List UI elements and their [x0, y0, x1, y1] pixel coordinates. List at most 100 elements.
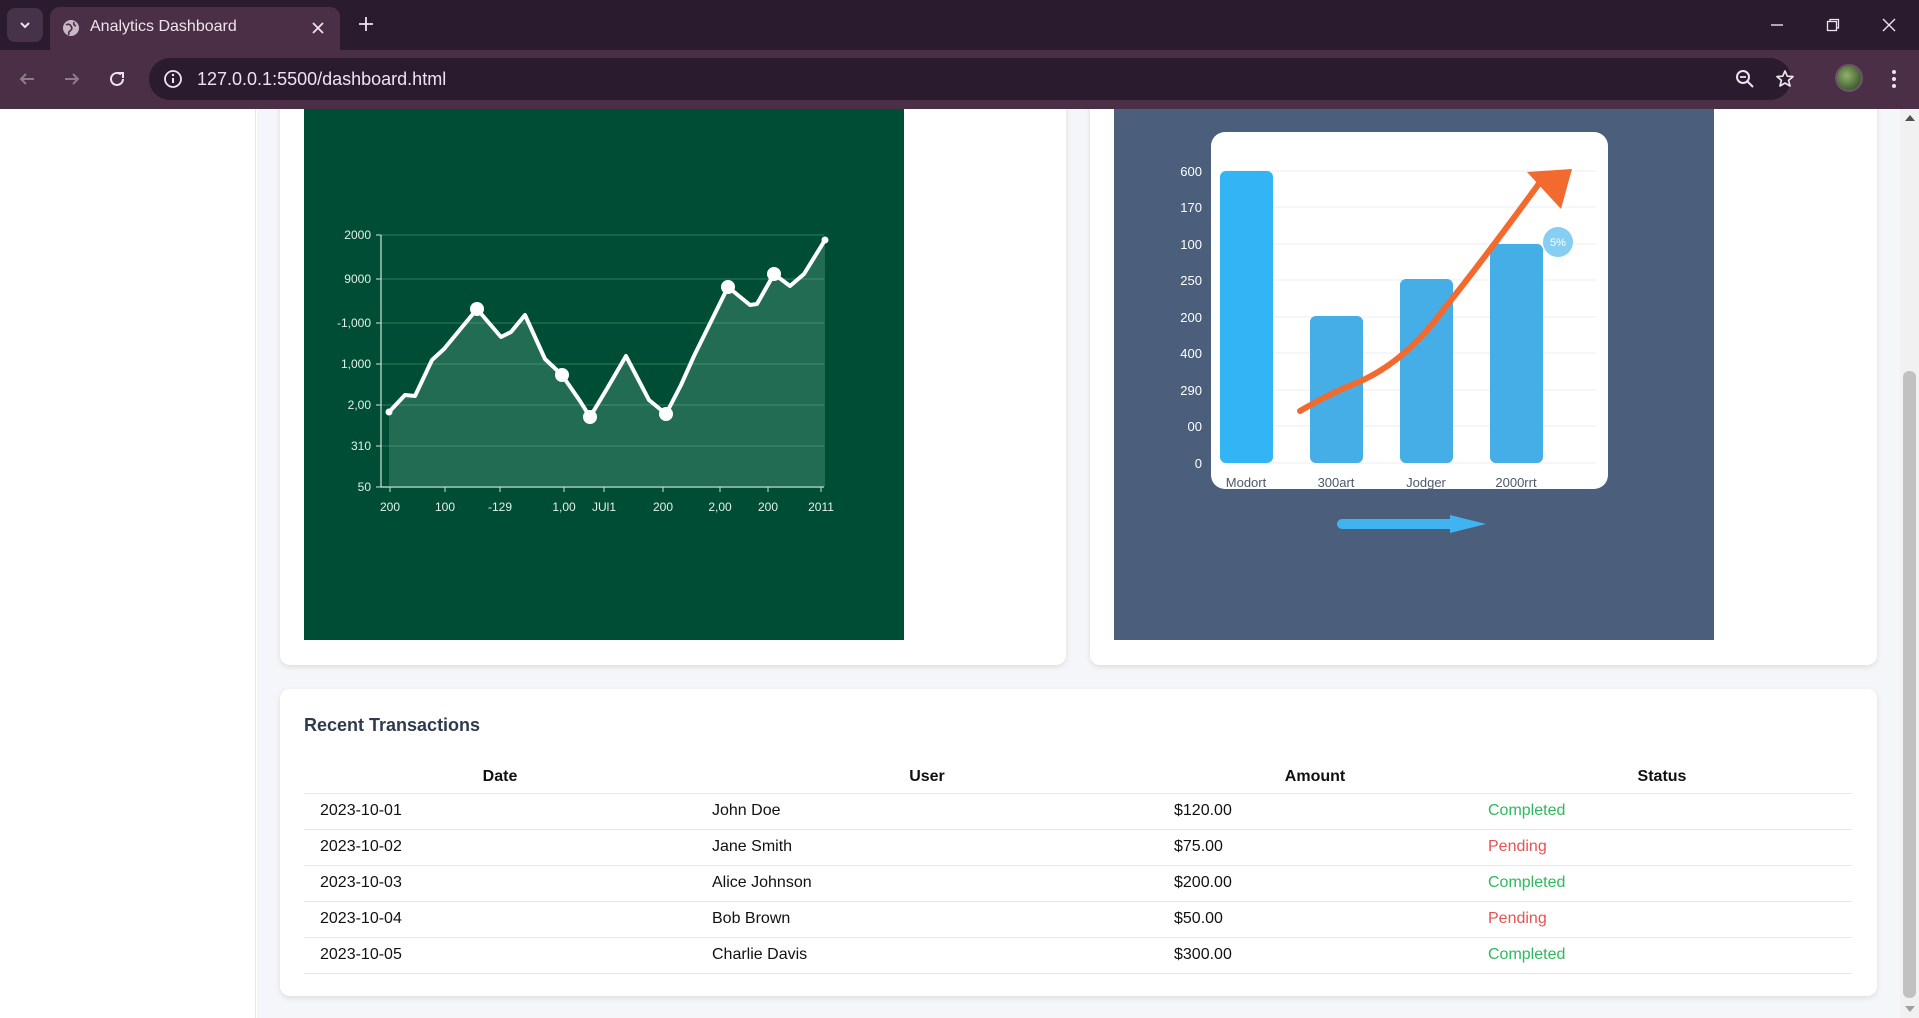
y-tick-label: 100	[1180, 237, 1202, 252]
cell-user: John Doe	[696, 793, 1158, 830]
close-window-button[interactable]	[1861, 0, 1917, 50]
x-tick-label: 1,00	[552, 500, 576, 514]
table-row: 2023-10-02 Jane Smith $75.00 Pending	[304, 829, 1852, 866]
browser-toolbar: 127.0.0.1:5500/dashboard.html	[0, 50, 1919, 109]
table-row: 2023-10-05 Charlie Davis $300.00 Complet…	[304, 937, 1852, 974]
site-info-button[interactable]	[161, 67, 185, 91]
data-point	[659, 407, 673, 421]
zoom-out-icon	[1736, 70, 1754, 88]
line-chart-card: 2000 9000 -1,000 1,000 2,00 310 50 200 100 -129 1,…	[280, 109, 1066, 665]
url-text[interactable]: 127.0.0.1:5500/dashboard.html	[197, 69, 446, 90]
star-icon	[1776, 70, 1794, 87]
x-tick-label: 300art	[1318, 475, 1355, 490]
y-tick-label: -1,000	[337, 316, 371, 330]
scroll-down-arrow[interactable]	[1905, 1006, 1915, 1012]
chevron-down-icon	[20, 22, 30, 29]
y-tick-label: 0	[1195, 456, 1202, 471]
tab-title: Analytics Dashboard	[90, 18, 237, 35]
bar-chart-svg: 600170100250200400290000Modort 300art Jodg…	[1180, 132, 1608, 533]
bar-chart-card: 600 170 100 250 200 400 290 00 0 Modort 300art Jodg…	[1090, 109, 1877, 665]
column-header-user: User	[696, 761, 1158, 794]
back-button[interactable]	[9, 61, 45, 97]
x-tick-label: 2000rrt	[1495, 475, 1537, 490]
column-header-amount: Amount	[1158, 761, 1472, 794]
scroll-up-arrow[interactable]	[1905, 115, 1915, 121]
globe-icon	[63, 20, 79, 36]
x-tick-label: -129	[488, 500, 512, 514]
scrollbar-thumb[interactable]	[1903, 371, 1916, 998]
x-tick-label: 100	[435, 500, 455, 514]
restore-button[interactable]	[1805, 0, 1861, 50]
y-tick-label: 310	[351, 439, 371, 453]
x-tick-label: 2011	[808, 500, 834, 514]
y-tick-label: 1,000	[341, 357, 371, 371]
x-tick-label: Jodger	[1406, 475, 1446, 490]
data-point	[555, 368, 569, 382]
table-row: 2023-10-04 Bob Brown $50.00 Pending	[304, 901, 1852, 938]
data-point	[821, 236, 829, 244]
data-point	[583, 410, 597, 424]
y-tick-label: 2000	[344, 228, 371, 242]
y-tick-label: 400	[1180, 346, 1202, 361]
data-point	[470, 302, 484, 316]
table-row: 2023-10-03 Alice Johnson $200.00 Complet…	[304, 865, 1852, 902]
zoom-button[interactable]	[1731, 65, 1759, 93]
new-tab-button[interactable]	[352, 10, 380, 38]
cell-amount: $50.00	[1158, 901, 1472, 938]
more-vertical-icon	[1892, 70, 1896, 88]
cell-status: Completed	[1472, 937, 1852, 974]
sidebar	[0, 109, 256, 1018]
y-tick-label: 9000	[344, 272, 371, 286]
bookmark-button[interactable]	[1771, 65, 1799, 93]
y-tick-label: 600	[1180, 164, 1202, 179]
cell-status: Pending	[1472, 829, 1852, 866]
cell-date: 2023-10-03	[304, 865, 696, 902]
column-header-status: Status	[1472, 761, 1852, 794]
cell-user: Bob Brown	[696, 901, 1158, 938]
transactions-table: Date User Amount Status 2023-10-01 John …	[304, 761, 1852, 974]
table-header-row: Date User Amount Status	[304, 761, 1852, 794]
cell-user: Jane Smith	[696, 829, 1158, 866]
data-point	[385, 408, 393, 416]
x-tick-label: 200	[758, 500, 778, 514]
x-tick-label: 200	[653, 500, 673, 514]
reload-icon	[110, 71, 124, 86]
x-tick-label: JUl1	[592, 500, 616, 514]
restore-icon	[1826, 18, 1840, 32]
arrow-left-icon	[19, 73, 34, 85]
line-chart-image: 2000 9000 -1,000 1,000 2,00 310 50 200 100 -129 1,…	[304, 109, 904, 640]
growth-badge-label: 5%	[1550, 237, 1566, 249]
page-viewport: 2000 9000 -1,000 1,000 2,00 310 50 200 100 -129 1,…	[0, 109, 1900, 1018]
cell-date: 2023-10-01	[304, 793, 696, 830]
profile-avatar[interactable]	[1835, 64, 1863, 92]
line-chart-svg: 2000 9000 -1,000 1,000 2,00 310 50 200 100 -129 1,…	[337, 228, 834, 514]
cell-date: 2023-10-02	[304, 829, 696, 866]
x-tick-label: Modort	[1226, 475, 1267, 490]
address-bar[interactable]: 127.0.0.1:5500/dashboard.html	[149, 58, 1794, 100]
tab-bar: Analytics Dashboard	[0, 0, 1919, 50]
y-tick-label: 250	[1180, 273, 1202, 288]
y-tick-label: 50	[358, 480, 372, 494]
y-tick-label: 290	[1180, 383, 1202, 398]
tab-close-button[interactable]	[306, 16, 330, 40]
minimize-button[interactable]	[1749, 0, 1805, 50]
page-scrollbar[interactable]	[1900, 109, 1919, 1018]
bar	[1490, 244, 1543, 463]
cell-status: Completed	[1472, 865, 1852, 902]
close-icon	[1882, 18, 1896, 32]
main-content: 2000 9000 -1,000 1,000 2,00 310 50 200 100 -129 1,…	[257, 109, 1900, 1018]
cell-date: 2023-10-05	[304, 937, 696, 974]
info-icon	[164, 70, 182, 88]
reload-button[interactable]	[99, 61, 135, 97]
forward-button[interactable]	[54, 61, 90, 97]
tab-search-button[interactable]	[7, 8, 43, 42]
y-tick-label: 2,00	[348, 398, 372, 412]
transactions-card: Recent Transactions Date User Amount Sta…	[280, 689, 1877, 996]
x-tick-label: 200	[380, 500, 400, 514]
data-point	[721, 280, 735, 294]
table-row: 2023-10-01 John Doe $120.00 Completed	[304, 793, 1852, 830]
progress-arrow-shaft	[1337, 519, 1462, 529]
bar-chart-image: 600 170 100 250 200 400 290 00 0 Modort 300art Jodg…	[1114, 109, 1714, 640]
browser-menu-button[interactable]	[1876, 61, 1912, 97]
browser-tab[interactable]: Analytics Dashboard	[50, 7, 340, 50]
